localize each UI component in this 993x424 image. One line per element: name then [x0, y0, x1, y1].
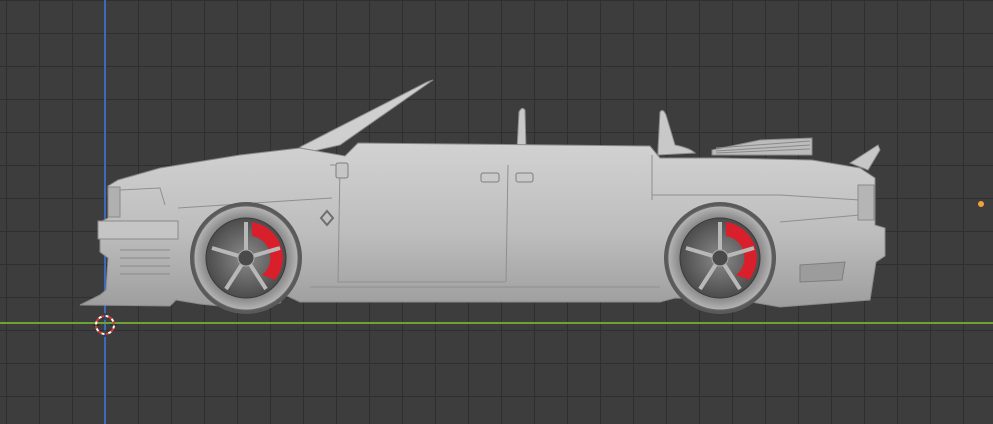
folded-roof	[711, 137, 813, 156]
blender-viewport[interactable]	[0, 0, 993, 424]
door-handle-rear	[515, 172, 534, 183]
car-model-icon[interactable]	[0, 0, 993, 424]
front-wheel	[190, 202, 302, 314]
object-origin-icon[interactable]	[978, 201, 984, 207]
rear-seat	[657, 110, 697, 156]
front-seat	[516, 107, 527, 151]
windshield	[299, 79, 434, 154]
rear-wheel	[664, 202, 776, 314]
side-mirror	[335, 162, 349, 179]
3d-cursor-icon[interactable]	[93, 313, 117, 337]
rear-spoiler	[848, 144, 881, 171]
door-handle-front	[480, 172, 500, 183]
